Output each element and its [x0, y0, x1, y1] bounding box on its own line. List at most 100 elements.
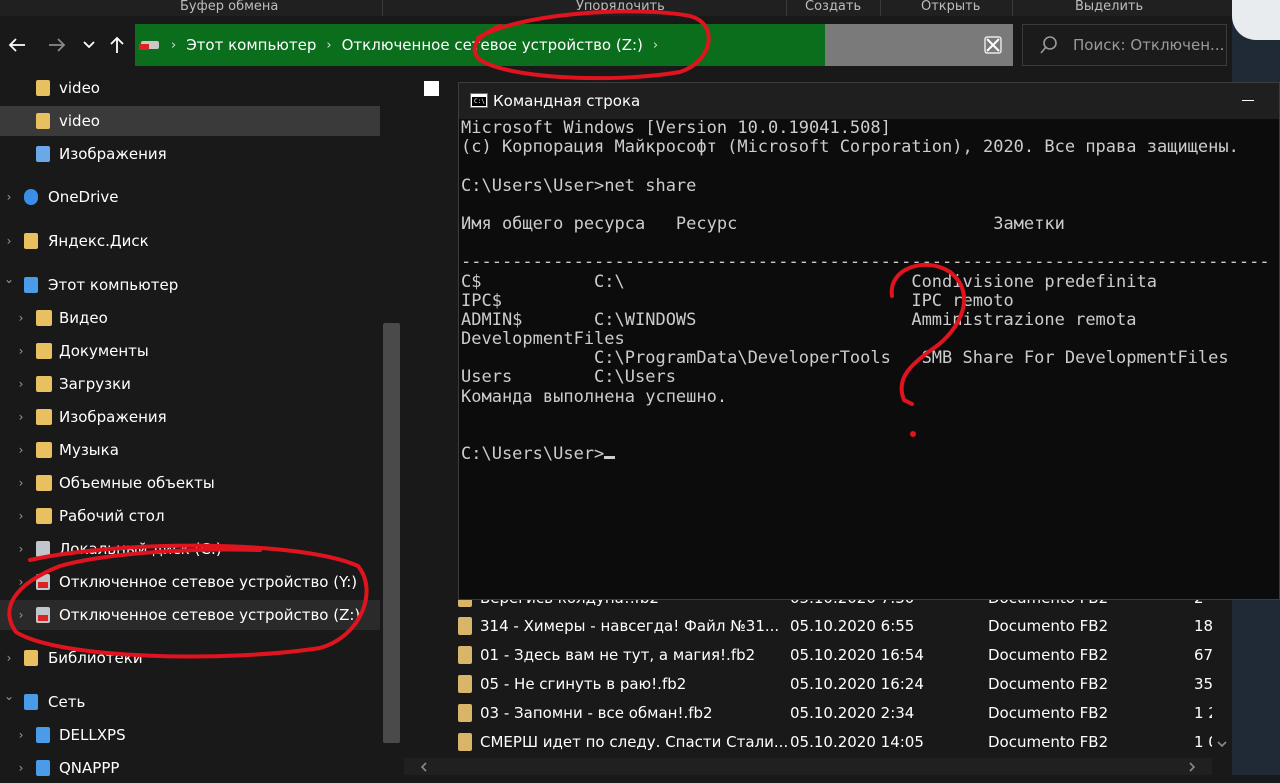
file-row[interactable]: СМЕРШ идет по следу. Спасти Стали... 05.1…: [452, 728, 1227, 757]
file-row[interactable]: 05 - Не сгинуть в раю!.fb2 05.10.2020 16:…: [452, 670, 1222, 699]
expand-chevron-icon[interactable]: ›: [14, 476, 28, 490]
file-row[interactable]: 01 - Здесь вам не тут, а магия!.fb2 05.10…: [452, 641, 1222, 670]
console-cursor: [604, 456, 616, 460]
nav-item[interactable]: › Отключенное сетевое устройство (Z:): [0, 600, 380, 630]
expand-chevron-icon[interactable]: ›: [14, 761, 28, 775]
arrow-right-icon: [49, 38, 66, 52]
navigation-scrollbar-thumb[interactable]: [383, 323, 400, 743]
console-output[interactable]: Microsoft Windows [Version 10.0.19041.50…: [461, 118, 1279, 599]
nav-item[interactable]: Изображения: [0, 139, 380, 169]
nav-item[interactable]: video: [0, 106, 380, 136]
expand-chevron-icon[interactable]: ›: [14, 608, 28, 622]
expand-chevron-icon[interactable]: ›: [14, 575, 28, 589]
expand-chevron-icon[interactable]: ›: [14, 728, 28, 742]
pictures-icon: [36, 146, 50, 162]
console-line: Имя общего ресурса Ресурс Заметки: [461, 214, 1279, 234]
console-line: ADMIN$ C:\WINDOWS Amministrazione remota: [461, 310, 1279, 330]
horizontal-scrollbar[interactable]: [404, 758, 1212, 775]
nav-item[interactable]: › Локальный диск (C:): [0, 534, 380, 564]
arrow-left-icon: [8, 38, 25, 52]
file-date: 05.10.2020 6:55: [790, 617, 915, 635]
breadcrumb-drive-z[interactable]: Отключенное сетевое устройство (Z:): [342, 36, 643, 54]
nav-item[interactable]: › Документы: [0, 336, 380, 366]
forward-button[interactable]: [43, 31, 71, 59]
file-row[interactable]: 03 - Запомни - все обман!.fb2 05.10.2020 …: [452, 699, 1227, 728]
nav-item-label: Изображения: [59, 408, 167, 426]
nav-item[interactable]: › Изображения: [0, 402, 380, 432]
search-input[interactable]: Поиск: Отключен...: [1022, 24, 1227, 66]
downloads-folder-icon: [36, 376, 52, 392]
file-type: Documento FB2: [988, 733, 1109, 751]
fb2-file-icon: [458, 733, 472, 751]
nav-item[interactable]: ⌄ Этот компьютер: [0, 270, 380, 300]
nav-item[interactable]: › DELLXPS: [0, 720, 380, 750]
search-icon: [1040, 36, 1057, 54]
expand-chevron-icon[interactable]: ›: [14, 377, 28, 391]
console-line: ----------------------------------------…: [461, 253, 1279, 272]
file-name: 03 - Запомни - все обман!.fb2: [480, 704, 713, 722]
nav-item[interactable]: › Библиотеки: [0, 643, 380, 673]
nav-item-label: Этот компьютер: [48, 276, 179, 294]
fb2-file-icon: [458, 617, 472, 635]
nav-item[interactable]: ⌄ Сеть: [0, 687, 380, 717]
address-bar-empty-area[interactable]: [825, 24, 972, 66]
expand-chevron-icon[interactable]: ›: [14, 509, 28, 523]
command-prompt-titlebar[interactable]: C:\ Командная строка: [459, 83, 1279, 119]
computer-icon: [24, 277, 38, 293]
expand-chevron-icon[interactable]: ›: [2, 234, 16, 248]
nav-item-label: Музыка: [59, 441, 119, 459]
command-prompt-window[interactable]: C:\ Командная строка Microsoft Windows […: [458, 82, 1280, 600]
nav-item[interactable]: › Рабочий стол: [0, 501, 380, 531]
fb2-file-icon: [458, 646, 472, 664]
cloud-icon: [24, 189, 38, 205]
nav-item-label: Рабочий стол: [59, 507, 165, 525]
breadcrumb-this-pc[interactable]: Этот компьютер: [186, 36, 316, 54]
close-icon: [983, 36, 1002, 54]
expand-chevron-icon[interactable]: ›: [14, 542, 28, 556]
minimize-icon[interactable]: [1242, 100, 1254, 101]
expand-chevron-icon[interactable]: ›: [2, 651, 16, 665]
nav-item[interactable]: › Яндекс.Диск: [0, 226, 380, 256]
nav-item[interactable]: › Музыка: [0, 435, 380, 465]
expand-chevron-icon[interactable]: ›: [2, 190, 16, 204]
console-line-text: Users C:\Users: [461, 367, 676, 388]
address-refresh-button[interactable]: [972, 24, 1013, 66]
nav-item-label: Локальный диск (C:): [59, 540, 222, 558]
file-row[interactable]: 314 - Химеры - навсегда! Файл №31... 05.1…: [452, 612, 1222, 641]
console-line: Microsoft Windows [Version 10.0.19041.50…: [461, 118, 1279, 138]
recent-locations-button[interactable]: [75, 31, 103, 59]
expand-chevron-icon[interactable]: ›: [14, 443, 28, 457]
disconnected-drive-icon: [36, 607, 50, 623]
nav-item[interactable]: video: [0, 73, 380, 103]
folder-icon: [36, 113, 50, 129]
nav-item[interactable]: › Объемные объекты: [0, 468, 380, 498]
nav-item-label: Объемные объекты: [59, 474, 215, 492]
fb2-file-icon: [458, 675, 472, 693]
up-button[interactable]: [103, 31, 131, 59]
nav-item-label: DELLXPS: [59, 726, 126, 744]
folder-icon: [24, 233, 38, 249]
ribbon-select-label: Выделить: [1075, 0, 1144, 14]
console-line-text: (c) Корпорация Майкрософт (Microsoft Cor…: [461, 137, 1239, 158]
nav-item[interactable]: › Видео: [0, 303, 380, 333]
nav-item[interactable]: › OneDrive: [0, 182, 380, 212]
nav-item[interactable]: › Загрузки: [0, 369, 380, 399]
back-button[interactable]: [3, 31, 31, 59]
ribbon-create-label: Создать: [805, 0, 862, 14]
expand-chevron-icon[interactable]: ›: [14, 344, 28, 358]
address-bar[interactable]: › Этот компьютер › Отключенное сетевое у…: [135, 24, 825, 66]
collapse-chevron-icon[interactable]: ⌄: [2, 689, 16, 703]
collapse-chevron-icon[interactable]: ⌄: [2, 272, 16, 286]
expand-chevron-icon[interactable]: ›: [14, 410, 28, 424]
select-all-checkbox[interactable]: [424, 81, 439, 96]
nav-item[interactable]: › QNAPPP: [0, 753, 380, 783]
nav-item[interactable]: › Отключенное сетевое устройство (Y:): [0, 567, 380, 597]
nav-item-label: Изображения: [59, 145, 167, 163]
network-icon: [24, 694, 38, 710]
console-line-text: C:\Users\User>: [461, 444, 605, 465]
expand-chevron-icon[interactable]: ›: [14, 311, 28, 325]
ribbon-separator: [786, 0, 787, 16]
ribbon-group-labels: Буфер обмена Упорядочить Создать Открыть…: [0, 0, 1232, 16]
